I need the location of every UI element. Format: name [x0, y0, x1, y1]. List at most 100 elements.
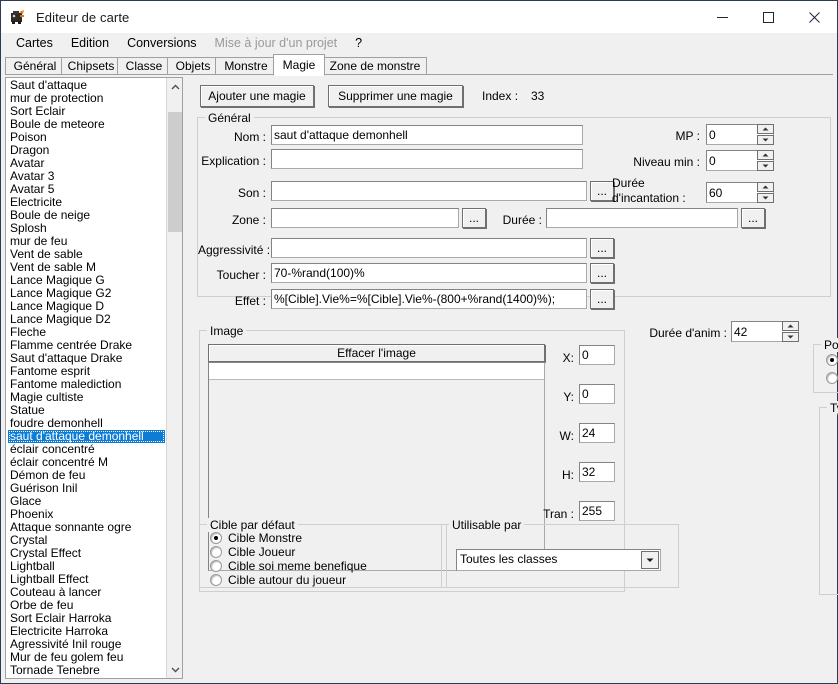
menu-conversions[interactable]: Conversions: [118, 34, 205, 53]
duree-anim-spin-buttons[interactable]: [782, 321, 799, 342]
index-value: 33: [531, 89, 544, 103]
tab-chipsets[interactable]: Chipsets: [61, 57, 121, 75]
aggressivite-browse-button[interactable]: ...: [590, 238, 614, 258]
duree-incantation-label-line1: Durée: [612, 176, 700, 190]
image-h-input[interactable]: [579, 462, 615, 482]
caption-buttons: [699, 1, 837, 33]
duree-incantation-spin-buttons[interactable]: [757, 182, 774, 203]
menu-cartes[interactable]: Cartes: [7, 34, 62, 53]
tab-monstre[interactable]: Monstre: [215, 57, 277, 75]
duree-incantation-spin-down-button[interactable]: [757, 193, 774, 203]
radio-indicator: [210, 560, 222, 572]
app-icon: [9, 8, 27, 26]
effet-browse-button[interactable]: ...: [590, 289, 614, 309]
general-group-legend: Général: [205, 111, 254, 125]
mp-stepper[interactable]: [706, 124, 774, 145]
nom-input[interactable]: [271, 125, 583, 145]
menu-mise-a-jour-projet: Mise à jour d'un projet: [206, 34, 347, 53]
spell-list-scrollbar[interactable]: [166, 78, 182, 678]
minimize-button[interactable]: [699, 1, 745, 33]
mp-spin-up-button[interactable]: [757, 124, 774, 134]
list-item[interactable]: Tornade Tenebre: [8, 664, 166, 677]
duree-browse-button[interactable]: ...: [741, 208, 765, 228]
son-browse-button[interactable]: ...: [590, 181, 614, 201]
effet-input[interactable]: [271, 289, 587, 309]
tab-objets[interactable]: Objets: [167, 57, 219, 75]
effet-label: Effet :: [206, 294, 266, 308]
son-input[interactable]: [271, 181, 587, 201]
radio-position-au-dessus[interactable]: Au dessus: [826, 353, 838, 367]
index-label: Index :: [482, 89, 518, 103]
niveau-min-spin-up-button[interactable]: [757, 150, 774, 160]
window-title: Editeur de carte: [36, 10, 129, 25]
duree-label: Durée :: [492, 213, 542, 227]
caret-down-icon: [762, 138, 769, 142]
nom-label: Nom :: [211, 130, 266, 144]
son-label: Son :: [211, 186, 266, 200]
zone-label: Zone :: [211, 213, 266, 227]
caret-down-icon: [762, 196, 769, 200]
zone-input[interactable]: [271, 208, 459, 228]
caret-up-icon: [762, 127, 769, 131]
niveau-min-spin-buttons[interactable]: [757, 150, 774, 171]
duree-input[interactable]: [546, 208, 738, 228]
close-button[interactable]: [791, 1, 837, 33]
scroll-up-button[interactable]: [167, 78, 183, 95]
explication-input[interactable]: [271, 149, 583, 169]
duree-anim-spin-up-button[interactable]: [782, 321, 799, 331]
radio-target-cible-monstre[interactable]: Cible Monstre: [210, 531, 302, 545]
tab-magie[interactable]: Magie: [273, 54, 325, 76]
close-icon: [809, 12, 820, 23]
menu-bar: Cartes Edition Conversions Mise à jour d…: [1, 33, 837, 53]
image-x-input[interactable]: [579, 345, 615, 365]
image-y-input[interactable]: [579, 384, 615, 404]
duree-incantation-spin-up-button[interactable]: [757, 182, 774, 192]
radio-target-cible-soi-meme-benefique[interactable]: Cible soi meme benefique: [210, 559, 367, 573]
radio-indicator: [210, 532, 222, 544]
radio-position-dynamique[interactable]: Dynamique: [826, 371, 838, 385]
aggressivite-input[interactable]: [271, 238, 587, 258]
duree-incantation-stepper[interactable]: [706, 182, 774, 203]
mp-spin-buttons[interactable]: [757, 124, 774, 145]
mp-spin-down-button[interactable]: [757, 135, 774, 145]
toucher-browse-button[interactable]: ...: [590, 263, 614, 283]
tab-classe[interactable]: Classe: [117, 57, 171, 75]
radio-indicator: [826, 354, 838, 366]
clear-image-button[interactable]: Effacer l'image: [208, 344, 545, 362]
scroll-down-button[interactable]: [167, 661, 183, 678]
usable-by-select[interactable]: Toutes les classes: [456, 549, 661, 571]
type-group-legend: Type...: [827, 401, 838, 415]
menu-edition[interactable]: Edition: [62, 34, 118, 53]
spell-list[interactable]: Saut d'attaque mur de protection Sort Ec…: [5, 77, 183, 679]
main-window: Editeur de carte Cartes Edition Convers: [0, 0, 838, 684]
radio-label: Cible autour du joueur: [228, 573, 346, 587]
position-group-legend: Position: [821, 338, 838, 352]
radio-target-cible-joueur[interactable]: Cible Joueur: [210, 545, 295, 559]
duree-incantation-label-line2: d'incantation :: [612, 191, 700, 205]
scrollbar-thumb[interactable]: [168, 112, 182, 232]
duree-anim-spin-down-button[interactable]: [782, 332, 799, 342]
menu-help[interactable]: ?: [346, 34, 371, 53]
duree-anim-stepper[interactable]: [731, 321, 799, 342]
image-y-label: Y:: [552, 390, 574, 404]
toucher-input[interactable]: [271, 263, 587, 283]
zone-browse-button[interactable]: ...: [462, 208, 486, 228]
tab-general[interactable]: Général: [5, 57, 65, 75]
tab-zone-de-monstre[interactable]: Zone de monstre: [323, 57, 427, 75]
caret-up-icon: [762, 153, 769, 157]
image-group-legend: Image: [207, 324, 246, 338]
add-spell-button[interactable]: Ajouter une magie: [200, 85, 314, 107]
delete-spell-button[interactable]: Supprimer une magie: [328, 85, 463, 107]
maximize-button[interactable]: [745, 1, 791, 33]
chevron-down-icon[interactable]: [641, 551, 659, 569]
image-w-input[interactable]: [579, 423, 615, 443]
usable-by-selected-value: Toutes les classes: [460, 552, 557, 566]
image-tran-input[interactable]: [579, 501, 615, 521]
niveau-min-spin-down-button[interactable]: [757, 161, 774, 171]
chevron-up-icon: [171, 84, 180, 90]
radio-target-cible-autour-du-joueur[interactable]: Cible autour du joueur: [210, 573, 346, 587]
maximize-icon: [763, 12, 774, 23]
duree-anim-label: Durée d'anim :: [633, 326, 727, 340]
radio-label: Cible Joueur: [228, 545, 295, 559]
niveau-min-stepper[interactable]: [706, 150, 774, 171]
